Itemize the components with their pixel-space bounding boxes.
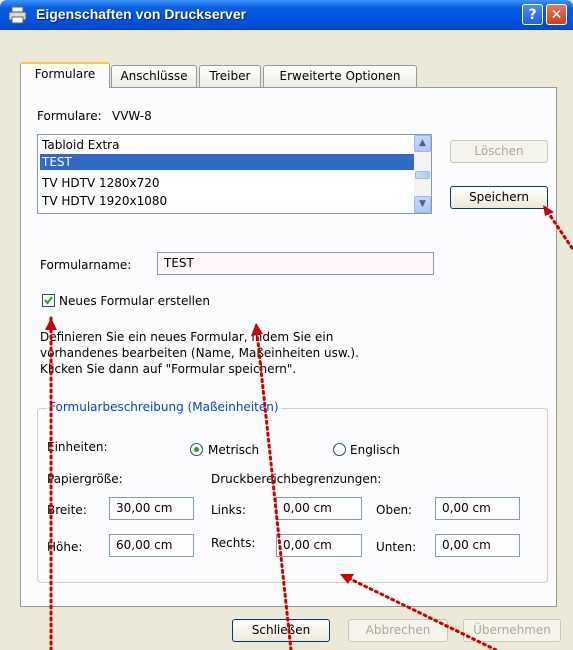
units-label: Einheiten: xyxy=(47,440,108,454)
help-button[interactable]: ? xyxy=(522,4,543,25)
title-bar[interactable]: Eigenschaften von Druckserver ? ✕ xyxy=(0,0,573,30)
list-item[interactable]: Tabloid Extra xyxy=(40,137,414,153)
checkmark-icon xyxy=(44,296,53,305)
window-title: Eigenschaften von Druckserver xyxy=(36,6,247,22)
right-label: Rechts: xyxy=(211,536,256,550)
metric-radio[interactable] xyxy=(190,443,203,456)
tab-treiber[interactable]: Treiber xyxy=(199,65,261,87)
properties-dialog: Eigenschaften von Druckserver ? ✕ Formul… xyxy=(0,0,573,650)
english-radio[interactable] xyxy=(333,443,346,456)
form-name-label: Formularname: xyxy=(40,258,132,272)
description-line: Klicken Sie dann auf "Formular speichern… xyxy=(40,362,297,376)
right-input[interactable]: 0,00 cm xyxy=(276,534,362,557)
bottom-label: Unten: xyxy=(376,540,417,554)
cancel-button[interactable]: Abbrechen xyxy=(348,619,448,642)
english-label[interactable]: Englisch xyxy=(350,443,400,457)
tab-erweiterte-optionen[interactable]: Erweiterte Optionen xyxy=(263,65,417,87)
description-line: Definieren Sie ein neues Formular, indem… xyxy=(40,330,334,344)
list-item[interactable]: TV HDTV 1920x1080 xyxy=(40,193,414,209)
height-label: Höhe: xyxy=(47,540,83,554)
metric-label[interactable]: Metrisch xyxy=(208,443,259,457)
scroll-thumb[interactable] xyxy=(415,171,430,179)
list-item[interactable]: TV HDTV 1280x720 xyxy=(40,175,414,191)
width-label: Breite: xyxy=(47,503,87,517)
server-name: VVW-8 xyxy=(112,109,152,123)
forms-label: Formulare: xyxy=(37,109,102,123)
scroll-up-icon[interactable]: ▲ xyxy=(414,135,431,152)
new-form-checkbox[interactable] xyxy=(42,294,55,307)
bottom-input[interactable]: 0,00 cm xyxy=(435,534,520,557)
printer-icon xyxy=(8,6,27,24)
print-area-label: Druckbereichbegrenzungen: xyxy=(211,472,382,486)
left-input[interactable]: 0,00 cm xyxy=(276,497,362,520)
tab-formulare[interactable]: Formulare xyxy=(20,62,110,88)
forms-listbox[interactable]: Tabloid Extra TEST TV HDTV 1280x720 TV H… xyxy=(37,134,432,214)
form-name-input[interactable]: TEST xyxy=(157,252,434,275)
width-input[interactable]: 30,00 cm xyxy=(109,497,194,520)
close-window-button[interactable]: ✕ xyxy=(546,4,567,25)
listbox-scrollbar[interactable]: ▲ ▼ xyxy=(414,135,431,213)
new-form-label[interactable]: Neues Formular erstellen xyxy=(59,294,210,308)
top-input[interactable]: 0,00 cm xyxy=(435,497,520,520)
scroll-down-icon[interactable]: ▼ xyxy=(414,196,431,213)
description-line: vorhandenes bearbeiten (Name, Maßeinheit… xyxy=(40,346,359,360)
list-item-selected[interactable]: TEST xyxy=(40,154,414,170)
height-input[interactable]: 60,00 cm xyxy=(109,534,194,557)
left-label: Links: xyxy=(211,503,246,517)
top-label: Oben: xyxy=(376,503,413,517)
close-button[interactable]: Schließen xyxy=(232,619,330,642)
paper-size-label: Papiergröße: xyxy=(47,472,123,486)
measurement-group-title: Formularbeschreibung (Maßeinheiten) xyxy=(47,400,281,414)
tab-anschluesse[interactable]: Anschlüsse xyxy=(111,65,197,87)
save-button[interactable]: Speichern xyxy=(450,186,548,209)
apply-button[interactable]: Übernehmen xyxy=(463,619,561,642)
delete-button[interactable]: Löschen xyxy=(450,140,548,163)
